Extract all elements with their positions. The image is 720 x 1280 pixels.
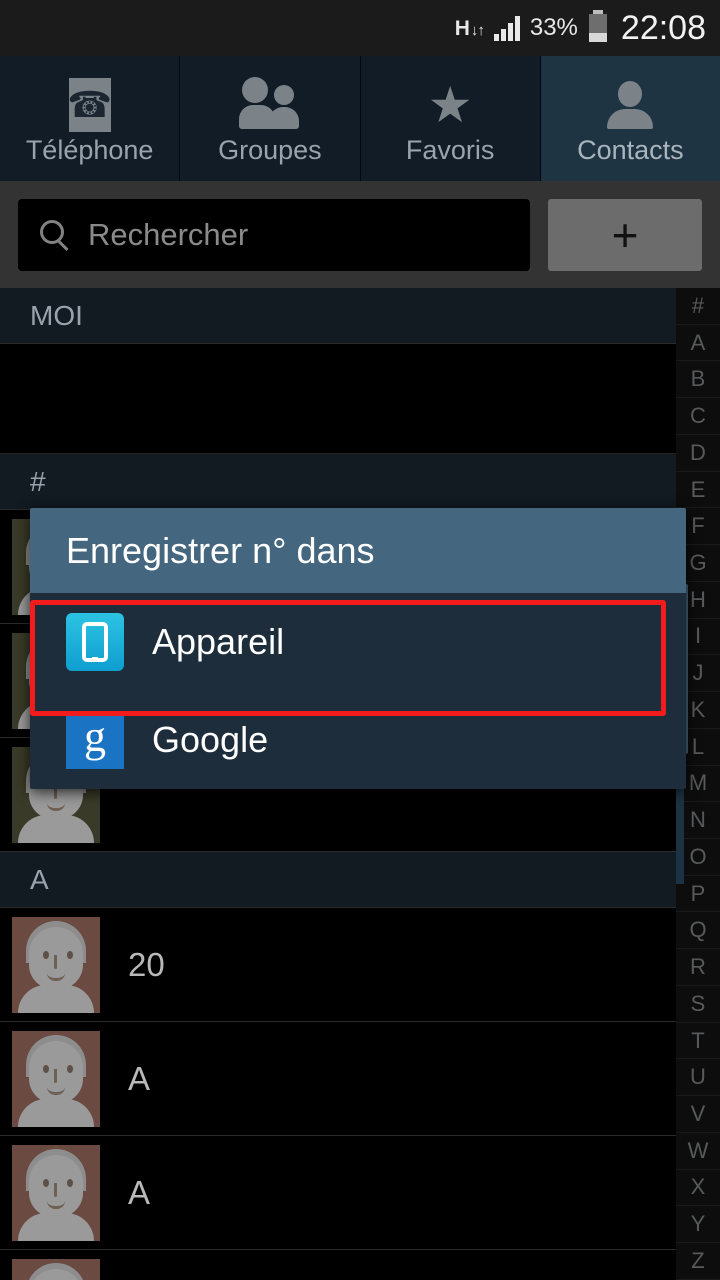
- index-item[interactable]: Q: [676, 912, 720, 950]
- dialog-option-google[interactable]: g Google: [30, 691, 686, 789]
- index-item[interactable]: C: [676, 398, 720, 435]
- avatar: [12, 1030, 100, 1127]
- tab-contacts[interactable]: Contacts: [540, 56, 720, 181]
- network-type-label: H: [454, 16, 470, 40]
- contact-name: 20: [128, 945, 165, 983]
- index-item[interactable]: U: [676, 1059, 720, 1097]
- dialog-title: Enregistrer n° dans: [30, 508, 686, 593]
- search-placeholder: Rechercher: [88, 216, 249, 252]
- contact-row-20[interactable]: 20: [0, 908, 676, 1022]
- phone-screen: H ↓↑ 33% 22:08 ☎ Téléphone Groupes ★ Fav…: [0, 0, 720, 1280]
- tab-contacts-label: Contacts: [577, 135, 684, 165]
- contact-name: A: [128, 1173, 151, 1211]
- data-transfer-arrows-icon: ↓↑: [470, 21, 485, 39]
- search-bar: Rechercher +: [0, 181, 720, 288]
- index-item[interactable]: V: [676, 1096, 720, 1133]
- index-item[interactable]: W: [676, 1133, 720, 1170]
- index-item[interactable]: D: [676, 435, 720, 472]
- people-icon: [238, 77, 301, 133]
- dialog-option-google-label: Google: [152, 719, 269, 760]
- tab-favoris[interactable]: ★ Favoris: [360, 56, 541, 181]
- index-item[interactable]: E: [676, 472, 720, 509]
- section-header-a: A: [0, 852, 676, 908]
- search-icon: [40, 219, 70, 251]
- star-icon: ★: [427, 77, 473, 133]
- tab-bar: ☎ Téléphone Groupes ★ Favoris Contacts: [0, 56, 720, 181]
- tab-telephone-label: Téléphone: [25, 135, 154, 165]
- avatar: [12, 1258, 100, 1280]
- tab-favoris-label: Favoris: [405, 135, 495, 165]
- clock-label: 22:08: [620, 8, 706, 47]
- dialog-option-appareil-label: Appareil: [152, 621, 285, 662]
- tab-telephone[interactable]: ☎ Téléphone: [0, 56, 181, 181]
- device-phone-icon: [66, 613, 124, 671]
- avatar: [12, 916, 100, 1013]
- contact-row-a-2[interactable]: A: [0, 1136, 676, 1250]
- contact-name: A: [128, 1059, 151, 1097]
- section-header-moi: MOI: [0, 288, 676, 344]
- plus-icon: +: [611, 208, 639, 261]
- index-item[interactable]: #: [676, 288, 720, 325]
- tab-groupes[interactable]: Groupes: [180, 56, 361, 181]
- index-item[interactable]: Y: [676, 1206, 720, 1244]
- avatar: [12, 1144, 100, 1241]
- save-number-dialog: Enregistrer n° dans Appareil g Google: [30, 508, 686, 789]
- tab-groupes-label: Groupes: [218, 135, 322, 165]
- index-item[interactable]: A: [676, 325, 720, 362]
- signal-bars-icon: [493, 15, 520, 41]
- section-header-hash: #: [0, 454, 676, 510]
- index-item[interactable]: Z: [676, 1243, 720, 1280]
- phone-icon: ☎: [67, 77, 112, 133]
- index-item[interactable]: B: [676, 361, 720, 399]
- index-item[interactable]: T: [676, 1023, 720, 1060]
- contact-row-a-1[interactable]: A: [0, 1022, 676, 1136]
- battery-percent-label: 33%: [529, 14, 578, 41]
- index-item[interactable]: X: [676, 1170, 720, 1207]
- contact-row-partial[interactable]: [0, 1250, 676, 1280]
- network-type-icon: H ↓↑: [454, 16, 485, 40]
- index-item[interactable]: R: [676, 949, 720, 986]
- search-input[interactable]: Rechercher: [18, 198, 530, 271]
- dialog-option-appareil[interactable]: Appareil: [30, 593, 686, 691]
- index-item[interactable]: S: [676, 986, 720, 1023]
- my-profile-row[interactable]: [0, 344, 676, 454]
- google-g-icon: g: [66, 711, 124, 769]
- add-contact-button[interactable]: +: [548, 198, 702, 271]
- person-icon: [607, 77, 654, 133]
- status-bar: H ↓↑ 33% 22:08: [0, 0, 720, 56]
- battery-icon: [588, 10, 607, 42]
